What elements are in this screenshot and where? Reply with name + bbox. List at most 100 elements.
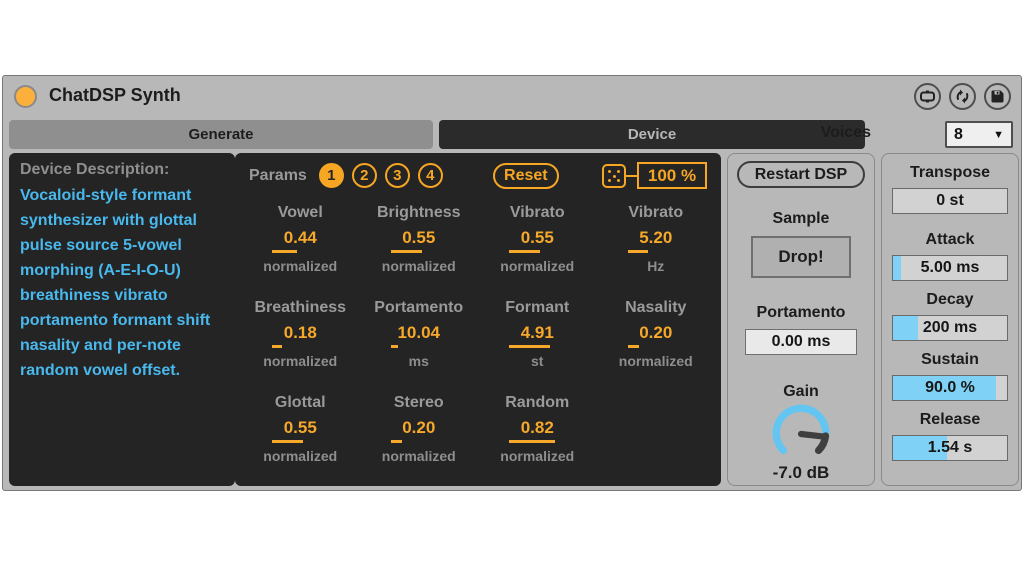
- param-slider-track[interactable]: [509, 440, 565, 443]
- param-unit: normalized: [500, 448, 574, 464]
- param-value[interactable]: 0.55: [521, 227, 554, 249]
- voices-dropdown[interactable]: 8 ▼: [945, 121, 1013, 148]
- param-slider-track[interactable]: [628, 345, 684, 348]
- attack-value-box[interactable]: 5.00 ms: [892, 255, 1008, 281]
- param-slider-fill: [391, 345, 398, 348]
- chatdsp-synth-device: ChatDSP Synth Generate Device Voices 8 ▼…: [2, 75, 1022, 491]
- slider-value: 1.54 s: [893, 436, 1007, 460]
- param-portamento-ms: Portamento 10.04 ms: [360, 298, 479, 370]
- param-label: Portamento: [374, 298, 463, 318]
- param-unit: st: [531, 353, 543, 369]
- param-random-normalized: Random0.82normalized: [478, 393, 597, 465]
- param-label: Formant: [505, 298, 569, 318]
- param-unit: normalized: [500, 258, 574, 274]
- params-title: Params: [249, 167, 307, 185]
- param-slider-fill: [509, 250, 540, 253]
- param-vibrato-hz: Vibrato 5.20 Hz: [597, 203, 716, 275]
- param-label: Glottal: [275, 393, 326, 413]
- sample-label: Sample: [773, 210, 830, 228]
- param-value[interactable]: 5.20: [639, 227, 672, 249]
- param-page-button-2[interactable]: 2: [352, 163, 377, 188]
- param-vowel-normalized: Vowel0.44normalized: [241, 203, 360, 275]
- param-breathiness-normalized: Breathiness0.18normalized: [241, 298, 360, 370]
- random-amount-box[interactable]: 100 %: [637, 162, 707, 189]
- param-unit: normalized: [263, 258, 337, 274]
- param-slider-track[interactable]: [628, 250, 684, 253]
- sample-drop-button[interactable]: Drop!: [751, 236, 851, 278]
- param-slider-fill: [272, 345, 282, 348]
- dice-connector-line: [626, 175, 637, 177]
- param-value[interactable]: 0.20: [639, 322, 672, 344]
- param-slider-track[interactable]: [391, 440, 447, 443]
- param-unit: normalized: [382, 448, 456, 464]
- save-preset-icon[interactable]: [984, 83, 1011, 110]
- param-label: Vibrato: [628, 203, 683, 223]
- transpose-value-box[interactable]: 0 st: [892, 188, 1008, 214]
- param-slider-track[interactable]: [509, 345, 565, 348]
- param-slider-fill: [628, 250, 648, 253]
- decay-value-box[interactable]: 200 ms: [892, 315, 1008, 341]
- param-slider-track[interactable]: [272, 440, 328, 443]
- param-formant-st: Formant 4.91 st: [478, 298, 597, 370]
- param-value[interactable]: 0.82: [521, 417, 554, 439]
- device-activator-toggle[interactable]: [14, 85, 37, 108]
- reset-button[interactable]: Reset: [493, 163, 559, 189]
- param-unit: normalized: [263, 448, 337, 464]
- tab-generate[interactable]: Generate: [9, 120, 433, 149]
- param-unit: Hz: [647, 258, 664, 274]
- param-vibrato-normalized: Vibrato 0.55 normalized: [478, 203, 597, 275]
- param-unit: ms: [409, 353, 429, 369]
- param-slider-track[interactable]: [272, 345, 328, 348]
- param-slider-fill: [391, 440, 402, 443]
- param-page-buttons: 1234: [319, 163, 451, 188]
- param-label: Stereo: [394, 393, 444, 413]
- tab-device[interactable]: Device: [439, 120, 865, 149]
- param-brightness-normalized: Brightness 0.55 normalized: [360, 203, 479, 275]
- params-header-row: Params 1234 Reset 100 %: [235, 153, 721, 189]
- param-nasality-normalized: Nasality0.20normalized: [597, 298, 716, 370]
- hot-swap-icon[interactable]: [949, 83, 976, 110]
- param-value[interactable]: 0.55: [402, 227, 435, 249]
- param-page-button-3[interactable]: 3: [385, 163, 410, 188]
- param-value[interactable]: 0.44: [284, 227, 317, 249]
- gain-label: Gain: [783, 383, 819, 401]
- param-value[interactable]: 10.04: [397, 322, 440, 344]
- param-stereo-normalized: Stereo 0.20 normalized: [360, 393, 479, 465]
- param-value[interactable]: 0.55: [284, 417, 317, 439]
- param-value[interactable]: 0.20: [402, 417, 435, 439]
- param-unit: normalized: [382, 258, 456, 274]
- description-text: Vocaloid-style formant synthesizer with …: [20, 183, 224, 383]
- sustain-label: Sustain: [921, 351, 979, 369]
- slider-value: 5.00 ms: [893, 256, 1007, 280]
- param-value[interactable]: 0.18: [284, 322, 317, 344]
- param-value[interactable]: 4.91: [521, 322, 554, 344]
- rack-icon[interactable]: [914, 83, 941, 110]
- param-label: Brightness: [377, 203, 461, 223]
- device-description-panel: Device Description: Vocaloid-style forma…: [9, 153, 235, 486]
- param-label: Vibrato: [510, 203, 565, 223]
- transpose-label: Transpose: [910, 164, 990, 182]
- param-slider-track[interactable]: [272, 250, 328, 253]
- dice-icon[interactable]: [602, 164, 626, 188]
- param-page-button-1[interactable]: 1: [319, 163, 344, 188]
- param-slider-track[interactable]: [391, 250, 447, 253]
- description-header: Device Description:: [20, 161, 224, 179]
- randomize-group: 100 %: [602, 162, 707, 189]
- title-bar-icons: [914, 83, 1011, 110]
- gain-value: -7.0 dB: [773, 463, 830, 483]
- device-title: ChatDSP Synth: [49, 85, 181, 106]
- release-value-box[interactable]: 1.54 s: [892, 435, 1008, 461]
- param-page-button-4[interactable]: 4: [418, 163, 443, 188]
- param-label: Nasality: [625, 298, 686, 318]
- portamento-value-box[interactable]: 0.00 ms: [745, 329, 857, 355]
- restart-dsp-button[interactable]: Restart DSP: [737, 161, 865, 188]
- gain-knob[interactable]: [768, 403, 834, 465]
- sustain-value-box[interactable]: 90.0 %: [892, 375, 1008, 401]
- params-panel: Params 1234 Reset 100 % Vowel0.44normali…: [235, 153, 721, 486]
- param-slider-track[interactable]: [391, 345, 447, 348]
- param-slider-fill: [628, 345, 639, 348]
- decay-label: Decay: [926, 291, 973, 309]
- page-background: ChatDSP Synth Generate Device Voices 8 ▼…: [0, 0, 1024, 565]
- param-slider-track[interactable]: [509, 250, 565, 253]
- attack-label: Attack: [926, 231, 975, 249]
